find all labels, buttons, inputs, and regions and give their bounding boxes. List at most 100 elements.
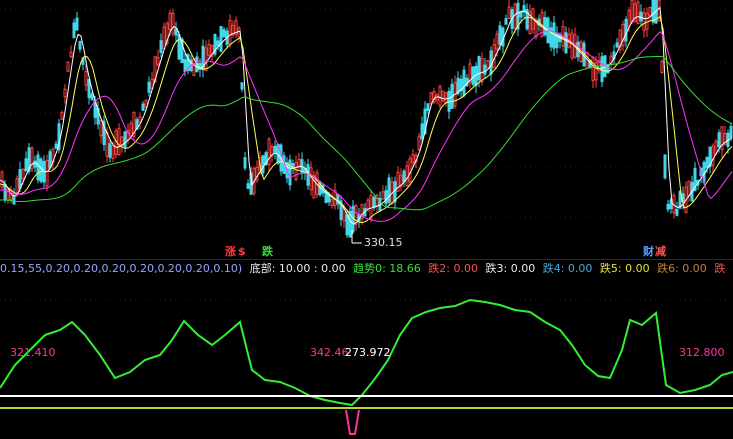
candle-body: [462, 69, 466, 96]
candle-body: [444, 92, 448, 104]
candlestick-series: [0, 0, 733, 238]
candle-body: [204, 47, 208, 72]
candle-body: [48, 151, 52, 169]
candle-body: [438, 85, 442, 106]
candle-body: [534, 20, 538, 38]
indicator-value-label-1: 321.410: [10, 346, 56, 359]
moving-average-line: [0, 30, 733, 222]
candle-body: [408, 158, 412, 183]
candle-body: [495, 33, 499, 50]
candle-body: [648, 7, 652, 17]
candle-body: [489, 50, 493, 75]
candle-body: [243, 157, 247, 169]
indicator-value-label-3: 273.972: [345, 346, 391, 359]
candle-body: [138, 116, 142, 123]
panel-separator: [0, 259, 733, 260]
candle-body: [639, 11, 643, 22]
candle-body: [45, 160, 49, 187]
field-fall6: 跌6: 0.00: [657, 262, 707, 275]
candle-body: [486, 60, 490, 69]
candle-body: [675, 208, 679, 216]
candle-body: [156, 56, 160, 65]
price-chart-canvas[interactable]: [0, 0, 733, 439]
field-fall3: 跌3: 0.00: [485, 262, 536, 275]
candle-body: [168, 12, 172, 30]
candle-body: [78, 40, 82, 50]
candle-body: [336, 194, 340, 205]
candle-body: [711, 145, 715, 166]
candle-body: [543, 17, 547, 36]
candle-body: [69, 51, 73, 58]
candle-body: [636, 1, 640, 25]
candle-body: [84, 70, 88, 86]
candle-body: [666, 203, 670, 210]
candle-body: [288, 159, 292, 186]
candle-body: [471, 66, 475, 85]
candle-body: [108, 143, 112, 158]
candle-body: [183, 59, 187, 72]
indicator-signal-marker: [345, 409, 360, 435]
candle-body: [504, 18, 508, 25]
candle-body: [519, 11, 523, 18]
candle-body: [417, 135, 421, 151]
candle-body: [63, 88, 67, 98]
candle-body: [36, 154, 40, 181]
field-fall5: 跌5: 0.00: [599, 262, 650, 275]
candle-body: [111, 145, 115, 159]
candle-body: [174, 28, 178, 36]
candle-body: [129, 122, 133, 137]
candle-body: [171, 12, 175, 35]
candle-body: [393, 181, 397, 203]
candle-body: [123, 131, 127, 148]
signal-fall: 跌: [262, 245, 273, 258]
signal-reduce: 减: [655, 245, 666, 258]
candle-body: [411, 154, 415, 164]
candle-body: [405, 165, 409, 187]
candle-body: [498, 25, 502, 45]
candle-body: [294, 162, 298, 181]
candle-body: [492, 44, 496, 68]
indicator-info-bar: 0.15,55,0.20,0.20,0.20,0.20,0.20,0.20,0.…: [0, 262, 733, 276]
candle-body: [429, 92, 433, 104]
candle-body: [15, 178, 19, 194]
candle-body: [564, 32, 568, 54]
candle-body: [105, 131, 109, 157]
candle-body: [345, 214, 349, 236]
candle-body: [207, 44, 211, 56]
indicator-value-label-4: 312.800: [679, 346, 725, 359]
candle-body: [330, 199, 334, 207]
candle-body: [75, 17, 79, 31]
candle-body: [342, 208, 346, 222]
candle-body: [480, 58, 484, 83]
candle-body: [222, 29, 226, 38]
candle-body: [246, 183, 250, 189]
candle-body: [177, 34, 181, 60]
candle-body: [228, 19, 232, 45]
candle-body: [570, 32, 574, 59]
candle-body: [507, 6, 511, 19]
candle-body: [384, 190, 388, 205]
candle-body: [369, 194, 373, 220]
candle-body: [477, 56, 481, 81]
candle-body: [306, 164, 310, 186]
candle-body: [54, 143, 58, 149]
field-fall-more: 跌: [714, 262, 726, 275]
candle-body: [159, 40, 163, 53]
signal-rise: 涨: [225, 245, 236, 258]
candle-body: [663, 154, 667, 179]
candle-body: [72, 22, 76, 39]
candle-body: [18, 169, 22, 189]
candle-body: [552, 22, 556, 49]
candle-body: [591, 57, 595, 81]
candle-body: [162, 26, 166, 49]
moving-average-line: [0, 16, 733, 223]
candle-body: [144, 99, 148, 108]
candle-body: [627, 10, 631, 28]
candle-body: [267, 138, 271, 166]
low-price-label: 330.15: [364, 236, 403, 249]
candle-body: [642, 12, 646, 31]
candle-body: [372, 196, 376, 209]
candle-body: [147, 81, 151, 93]
indicator-value-label-2: 342.46: [310, 346, 349, 359]
candle-body: [99, 120, 103, 137]
